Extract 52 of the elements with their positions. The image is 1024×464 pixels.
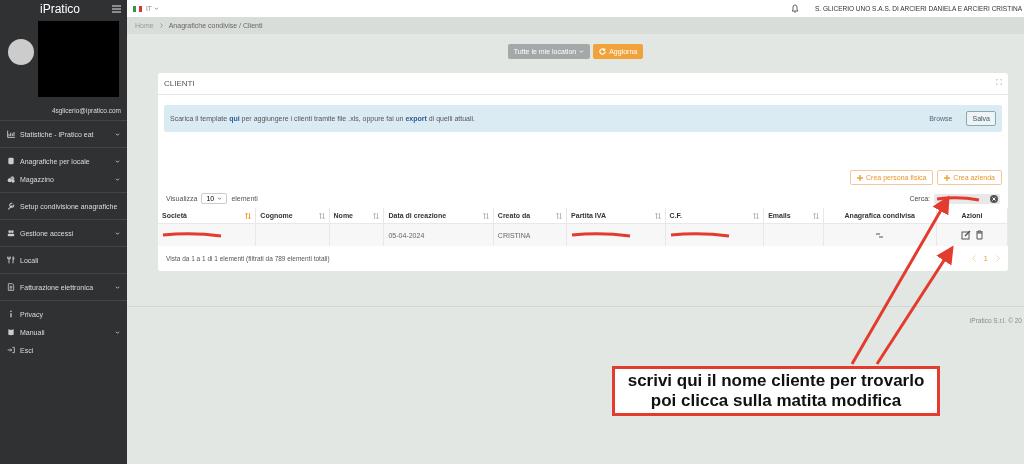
redaction-mark [669, 231, 730, 238]
plus-icon [944, 174, 951, 181]
annotation-callout: scrivi qui il nome cliente per trovarlo poi clicca sulla matita modifica [612, 366, 940, 416]
info-icon [7, 310, 15, 318]
wrench-icon [7, 202, 15, 210]
refresh-icon [599, 48, 607, 55]
chevron-right-icon [996, 255, 1000, 262]
italy-flag-icon[interactable] [133, 5, 142, 12]
expand-icon[interactable] [996, 79, 1002, 85]
chevron-down-icon [115, 132, 120, 136]
previous-page-button[interactable] [971, 255, 976, 262]
chevron-down-icon [115, 159, 120, 163]
avatar [8, 39, 34, 65]
trash-icon[interactable] [974, 230, 984, 240]
document-icon [7, 283, 15, 291]
database-icon [7, 157, 15, 165]
cubes-icon [7, 175, 15, 183]
cutlery-icon [7, 256, 15, 264]
breadcrumb-separator-icon [159, 23, 163, 28]
clear-icon[interactable] [990, 194, 998, 203]
bell-icon[interactable] [791, 4, 800, 13]
menu-icon[interactable] [112, 4, 121, 13]
logout-icon [7, 346, 15, 354]
caret-icon [217, 197, 223, 200]
redaction-mark [936, 195, 980, 202]
plus-icon [857, 174, 864, 181]
search-field[interactable] [934, 193, 1000, 204]
sort-icon[interactable] [318, 212, 325, 219]
chevron-down-icon [115, 177, 120, 181]
chevron-down-icon [115, 330, 120, 334]
redaction-mark [162, 231, 222, 238]
chevron-down-icon [115, 231, 120, 235]
sort-icon[interactable] [556, 212, 563, 219]
sort-icon[interactable] [753, 212, 760, 219]
book-icon [7, 328, 15, 336]
caret-icon [579, 50, 585, 53]
users-icon [7, 229, 15, 237]
next-page-button[interactable] [996, 255, 1000, 262]
sort-icon[interactable] [245, 212, 252, 219]
panel-title: CLIENTI [164, 79, 195, 88]
chevron-down-icon [115, 285, 120, 289]
redaction-mark [571, 231, 632, 238]
sort-icon[interactable] [482, 212, 489, 219]
bar-chart-icon [7, 130, 15, 138]
caret-icon [153, 7, 159, 10]
edit-icon[interactable] [960, 230, 971, 240]
sort-icon[interactable] [812, 212, 819, 219]
logo: iPratico [40, 1, 80, 16]
chevron-left-icon [971, 255, 976, 262]
sort-icon[interactable] [373, 212, 380, 219]
shared-icon [876, 232, 884, 238]
sort-icon[interactable] [654, 212, 661, 219]
